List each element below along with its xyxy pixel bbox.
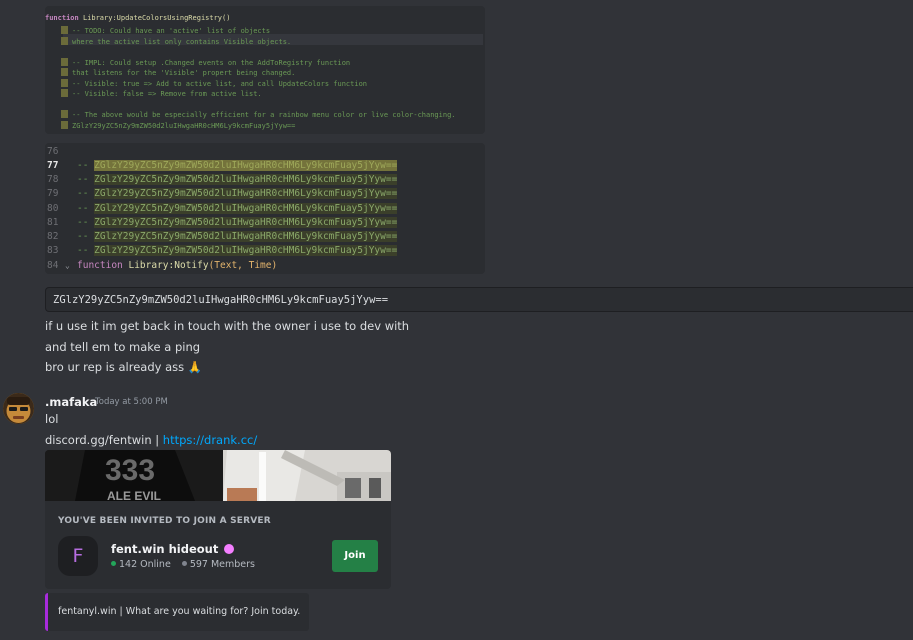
code-line: ZGlzY29yZC5nZy9mZW50d2luIHwgaHR0cHM6Ly9k…	[61, 120, 295, 132]
message-text: and tell em to make a ping	[45, 340, 201, 354]
line-number: 84	[47, 260, 59, 271]
code-line: -- IMPL: Could setup .Changed events on …	[61, 57, 350, 69]
svg-text:ALE EVIL: ALE EVIL	[107, 489, 161, 501]
server-icon[interactable]: F	[58, 536, 98, 576]
member-count: 597 Members	[189, 559, 256, 570]
online-dot-icon	[111, 561, 116, 566]
pray-emoji: 🙏	[187, 360, 203, 374]
code-line: -- ZGlzY29yZC5nZy9mZW50d2luIHwgaHR0cHM6L…	[77, 188, 398, 199]
code-snippet-image-1[interactable]: function Library:UpdateColorsUsingRegist…	[45, 6, 485, 134]
invite-banner: 333 ALE EVIL	[45, 450, 391, 501]
avatar[interactable]	[3, 393, 34, 424]
code-line: -- ZGlzY29yZC5nZy9mZW50d2luIHwgaHR0cHM6L…	[77, 231, 398, 242]
code-line: -- TODO: Could have an 'active' list of …	[61, 26, 270, 37]
link-embed: fentanyl.win | What are you waiting for?…	[45, 593, 309, 631]
message-text: discord.gg/fentwin | https://drank.cc/	[45, 433, 257, 447]
code-line: -- ZGlzY29yZC5nZy9mZW50d2luIHwgaHR0cHM6L…	[77, 203, 398, 214]
fold-chevron-icon: ⌄	[65, 261, 70, 270]
code-line: -- Visible: true => Add to active list, …	[61, 78, 367, 90]
avatar-image	[3, 393, 34, 424]
message-text: bro ur rep is already ass 🙏	[45, 360, 202, 374]
message-body: bro ur rep is already ass	[45, 360, 185, 374]
members-dot-icon	[181, 561, 187, 566]
drank-link[interactable]: https://drank.cc/	[163, 433, 257, 447]
line-number: 81	[47, 217, 59, 228]
code-line: where the active list only contains Visi…	[61, 36, 291, 48]
online-count: 142 Online	[119, 559, 171, 570]
line-number: 83	[47, 245, 59, 256]
message-text: if u use it im get back in touch with th…	[45, 319, 410, 333]
line-number: 79	[47, 188, 59, 199]
code-line: -- ZGlzY29yZC5nZy9mZW50d2luIHwgaHR0cHM6L…	[77, 174, 398, 185]
server-invite-card: 333 ALE EVIL YOU'VE BEEN INVITED TO JOIN…	[45, 450, 391, 589]
join-button[interactable]: Join	[332, 540, 378, 572]
function-name: Library:UpdateColorsUsingRegistry()	[82, 14, 231, 22]
code-line: that listens for the 'Visible' propert b…	[61, 68, 295, 79]
function-keyword: function	[45, 14, 79, 22]
code-line: -- ZGlzY29yZC5nZy9mZW50d2luIHwgaHR0cHM6L…	[77, 245, 398, 256]
server-name-text: fent.win hideout	[111, 542, 219, 556]
message-text: lol	[45, 412, 59, 426]
username[interactable]: .mafaka	[45, 395, 97, 409]
line-number: 82	[47, 231, 59, 242]
line-number: 80	[47, 203, 59, 214]
line-number-current: 77	[47, 160, 59, 171]
message-body: discord.gg/fentwin |	[45, 433, 163, 447]
code-line: -- ZGlzY29yZC5nZy9mZW50d2luIHwgaHR0cHM6L…	[77, 217, 398, 228]
server-badge-icon	[224, 544, 235, 554]
svg-text:333: 333	[105, 454, 155, 487]
code-line: -- The above would be especially efficie…	[61, 110, 456, 121]
code-snippet-image-2[interactable]: 76 77 78 79 80 81 82 83 84 -- ZGlzY29yZC…	[45, 143, 485, 274]
code-block[interactable]: ZGlzY29yZC5nZy9mZW50d2luIHwgaHR0cHM6Ly9k…	[45, 287, 913, 312]
invite-heading: YOU'VE BEEN INVITED TO JOIN A SERVER	[58, 516, 271, 526]
server-stats: 142 Online 597 Members	[111, 559, 255, 570]
code-line-function: function Library:Notify(Text, Time)	[77, 260, 278, 271]
server-name[interactable]: fent.win hideout	[111, 542, 235, 556]
function-header: function Library:UpdateColorsUsingRegist…	[45, 13, 230, 24]
line-number: 78	[47, 174, 59, 185]
code-line-selected: -- ZGlzY29yZC5nZy9mZW50d2luIHwgaHR0cHM6L…	[77, 160, 398, 171]
line-number: 76	[47, 146, 59, 157]
message-timestamp: Today at 5:00 PM	[95, 397, 168, 407]
code-line: -- Visible: false => Remove from active …	[61, 89, 262, 100]
